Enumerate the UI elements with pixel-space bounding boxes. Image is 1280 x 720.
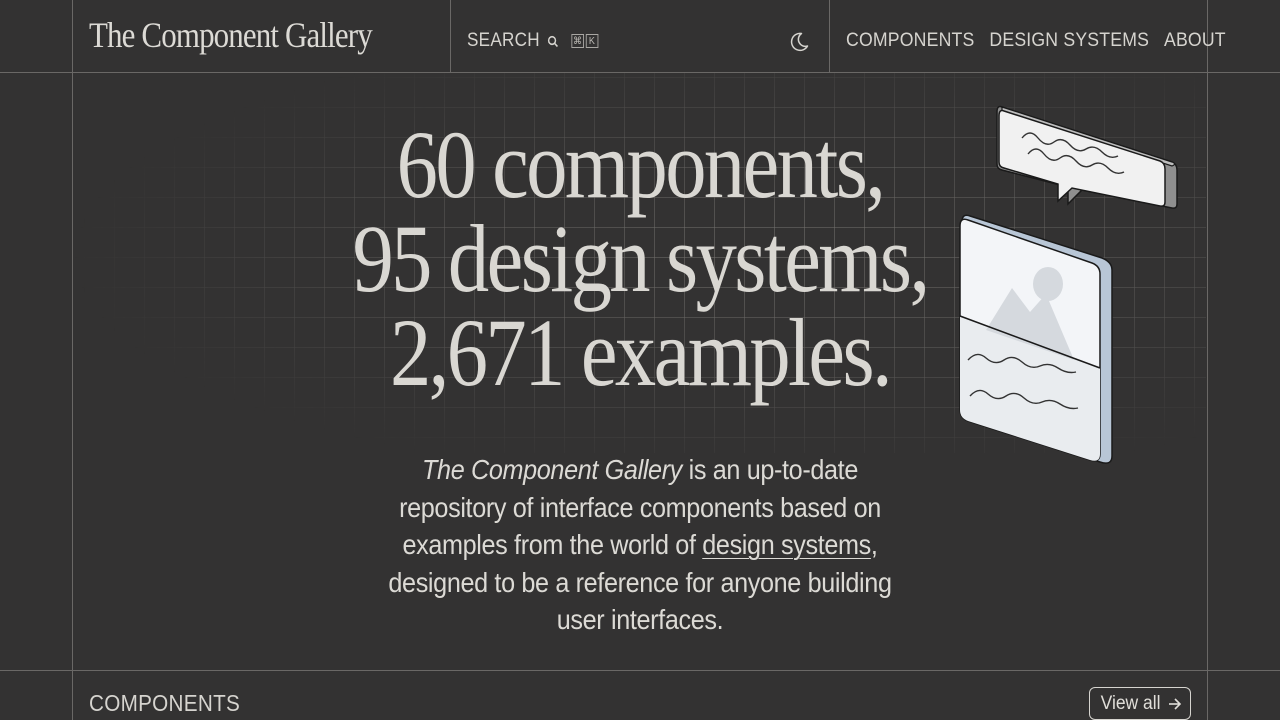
site-header: The Component Gallery SEARCH ⌘ K COMPONE… [73, 0, 1226, 72]
k-key: K [585, 34, 599, 48]
headline-examples-count: 2,671 examples. [389, 299, 893, 406]
components-section-title: COMPONENTS [89, 690, 241, 716]
site-name-italic: The Component Gallery [422, 454, 682, 485]
hero-description: The Component Gallery is an up-to-date r… [340, 451, 940, 639]
headline-design-systems-count: 95 design systems, [352, 205, 930, 312]
keyboard-shortcut: ⌘ K [571, 34, 599, 48]
moon-icon[interactable] [788, 31, 810, 53]
page: The Component Gallery SEARCH ⌘ K COMPONE… [0, 0, 1280, 720]
section-divider [0, 670, 1280, 671]
search-label: SEARCH [467, 30, 540, 51]
command-key: ⌘ [571, 34, 584, 48]
design-systems-link[interactable]: design systems [702, 529, 871, 560]
hero-headline: 60 components, 95 design systems, 2,671 … [300, 111, 980, 406]
main-nav: COMPONENTS DESIGN SYSTEMS ABOUT [846, 30, 1226, 52]
header-separator-1 [450, 0, 451, 72]
search-button[interactable]: SEARCH ⌘ K [467, 30, 599, 52]
nav-design-systems[interactable]: DESIGN SYSTEMS [989, 30, 1149, 52]
frame-line-right [1207, 0, 1208, 720]
frame-line-left [72, 0, 73, 720]
header-separator-2 [829, 0, 830, 72]
speech-bubble-icon [996, 105, 1178, 209]
view-all-button[interactable]: View all [1089, 687, 1191, 720]
headline-components-count: 60 components, [396, 111, 886, 218]
image-card-icon [959, 214, 1113, 464]
search-icon [547, 35, 558, 47]
site-logo[interactable]: The Component Gallery [89, 14, 373, 56]
arrow-right-icon [1169, 697, 1182, 710]
hero-illustration [959, 105, 1178, 464]
view-all-label: View all [1100, 692, 1161, 714]
nav-about[interactable]: ABOUT [1164, 30, 1226, 52]
nav-components[interactable]: COMPONENTS [846, 30, 975, 52]
